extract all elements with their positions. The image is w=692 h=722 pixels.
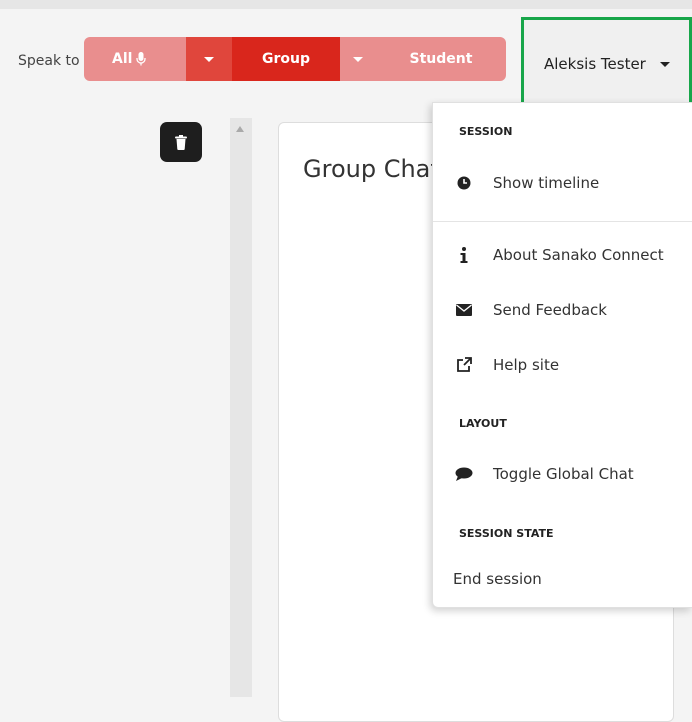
scrollbar[interactable] (230, 118, 252, 697)
chat-title: Group Chat (303, 155, 440, 183)
menu-item-help-site[interactable]: Help site (433, 345, 692, 385)
top-toolbar: Speak to All Group Student Aleksis Teste… (0, 0, 692, 111)
speak-to-label: Speak to (18, 53, 80, 69)
menu-item-label: End session (453, 570, 542, 588)
speak-to-all-dropdown[interactable] (186, 37, 232, 81)
menu-item-about[interactable]: About Sanako Connect (433, 235, 692, 275)
speech-bubble-icon (455, 465, 473, 483)
speak-to-student-button[interactable]: Student (376, 37, 506, 81)
speak-to-student-label: Student (409, 51, 473, 67)
trash-icon (175, 134, 187, 150)
menu-item-label: Send Feedback (493, 301, 607, 319)
clear-button[interactable] (160, 122, 202, 162)
menu-divider (433, 221, 692, 222)
menu-item-toggle-global-chat[interactable]: Toggle Global Chat (433, 454, 692, 494)
chevron-down-icon (353, 56, 363, 62)
speak-to-group-button[interactable]: Group (232, 37, 340, 81)
clock-icon (455, 174, 473, 192)
user-dropdown-menu: SESSION Show timeline About Sanako Conne… (432, 102, 692, 608)
scroll-up-icon[interactable] (236, 126, 244, 132)
external-link-icon (455, 356, 473, 374)
chevron-down-icon (204, 56, 214, 62)
menu-item-end-session[interactable]: End session (433, 559, 692, 599)
menu-header-session-state: SESSION STATE (459, 527, 554, 540)
envelope-icon (455, 301, 473, 319)
menu-header-layout: LAYOUT (459, 417, 507, 430)
menu-item-label: Help site (493, 356, 560, 374)
speak-to-all-button[interactable]: All (84, 37, 186, 81)
speak-to-group-label: Group (261, 51, 310, 67)
microphone-icon (136, 52, 147, 66)
speak-to-group-dropdown[interactable] (340, 37, 376, 81)
info-icon (455, 246, 473, 264)
menu-item-label: Show timeline (493, 174, 600, 192)
chevron-down-icon (659, 61, 670, 67)
user-name: Aleksis Tester (544, 55, 646, 73)
speak-to-all-label: All (112, 51, 133, 67)
menu-item-show-timeline[interactable]: Show timeline (433, 163, 692, 203)
menu-item-send-feedback[interactable]: Send Feedback (433, 290, 692, 330)
menu-header-session: SESSION (459, 125, 513, 138)
user-menu-button[interactable]: Aleksis Tester (521, 17, 692, 111)
menu-item-label: About Sanako Connect (493, 246, 664, 264)
menu-item-label: Toggle Global Chat (493, 465, 634, 483)
